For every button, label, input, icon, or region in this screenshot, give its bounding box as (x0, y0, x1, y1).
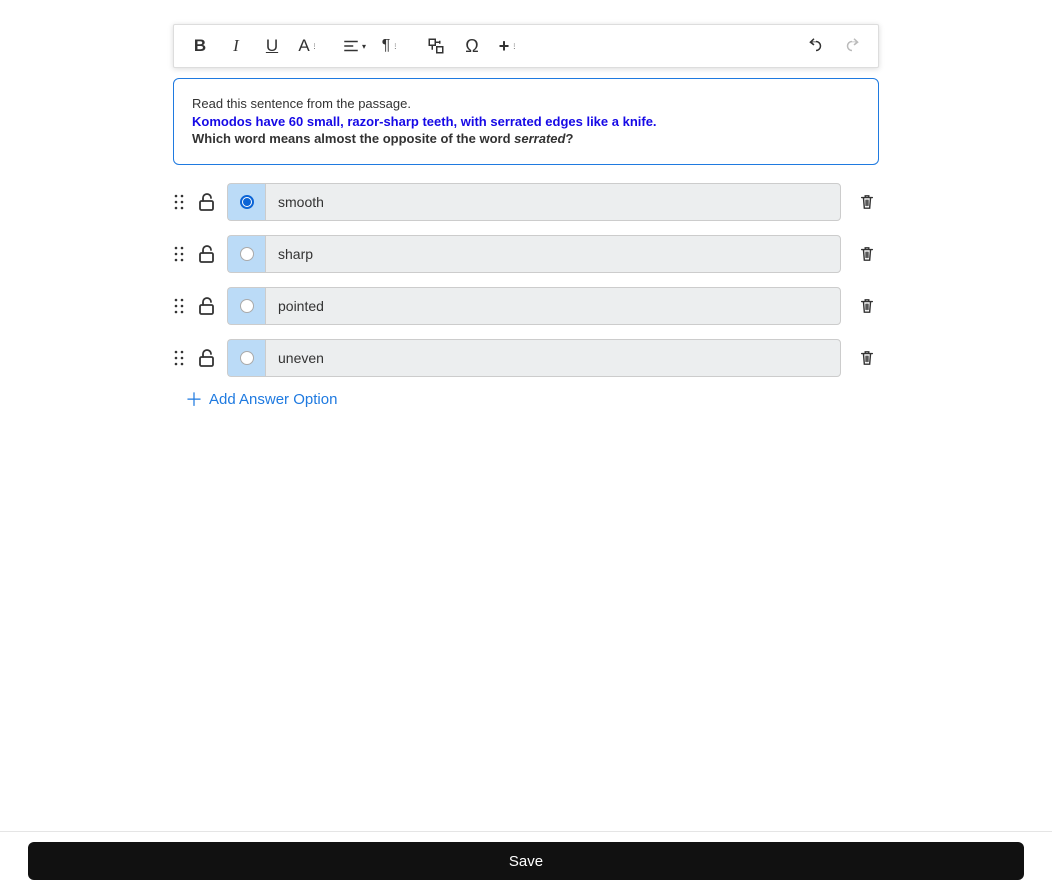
answer-row: pointed (173, 287, 879, 325)
undo-button[interactable] (798, 28, 834, 64)
lock-open-icon[interactable] (197, 348, 217, 368)
delete-answer-button[interactable] (855, 294, 879, 318)
italic-button[interactable]: I (218, 28, 254, 64)
correct-answer-radio[interactable] (227, 235, 265, 273)
redo-button[interactable] (834, 28, 870, 64)
drag-handle-icon[interactable] (173, 246, 187, 262)
drag-handle-icon[interactable] (173, 298, 187, 314)
drag-handle-icon[interactable] (173, 194, 187, 210)
answer-text-input[interactable]: smooth (265, 183, 841, 221)
answer-row: smooth (173, 183, 879, 221)
underline-button[interactable]: U (254, 28, 290, 64)
question-line-3: Which word means almost the opposite of … (192, 130, 860, 148)
bold-button[interactable]: B (182, 28, 218, 64)
delete-answer-button[interactable] (855, 346, 879, 370)
plus-icon: ＋ (185, 391, 203, 409)
correct-answer-radio[interactable] (227, 287, 265, 325)
answer-row: sharp (173, 235, 879, 273)
special-char-button[interactable]: Ω (454, 28, 490, 64)
answer-list: smooth sharp p (173, 183, 879, 377)
answer-text-input[interactable]: pointed (265, 287, 841, 325)
question-editor[interactable]: Read this sentence from the passage. Kom… (173, 78, 879, 165)
answer-text-input[interactable]: uneven (265, 339, 841, 377)
font-button[interactable]: A⋮ (290, 28, 326, 64)
add-answer-option-label: Add Answer Option (209, 391, 337, 408)
editor-toolbar: B I U A⋮ ▾ ¶⋮ Ω +⋮ (173, 24, 879, 68)
answer-row: uneven (173, 339, 879, 377)
question-line-1: Read this sentence from the passage. (192, 95, 860, 113)
paragraph-button[interactable]: ¶⋮ (372, 28, 408, 64)
correct-answer-radio[interactable] (227, 183, 265, 221)
delete-answer-button[interactable] (855, 242, 879, 266)
save-button[interactable]: Save (28, 842, 1024, 880)
drag-handle-icon[interactable] (173, 350, 187, 366)
lock-open-icon[interactable] (197, 244, 217, 264)
question-line-2: Komodos have 60 small, razor-sharp teeth… (192, 113, 860, 131)
add-answer-option-button[interactable]: ＋ Add Answer Option (185, 391, 879, 409)
footer: Save (0, 831, 1052, 890)
align-button[interactable]: ▾ (336, 28, 372, 64)
lock-open-icon[interactable] (197, 192, 217, 212)
correct-answer-radio[interactable] (227, 339, 265, 377)
translate-button[interactable] (418, 28, 454, 64)
answer-text-input[interactable]: sharp (265, 235, 841, 273)
lock-open-icon[interactable] (197, 296, 217, 316)
insert-button[interactable]: +⋮ (490, 28, 526, 64)
delete-answer-button[interactable] (855, 190, 879, 214)
